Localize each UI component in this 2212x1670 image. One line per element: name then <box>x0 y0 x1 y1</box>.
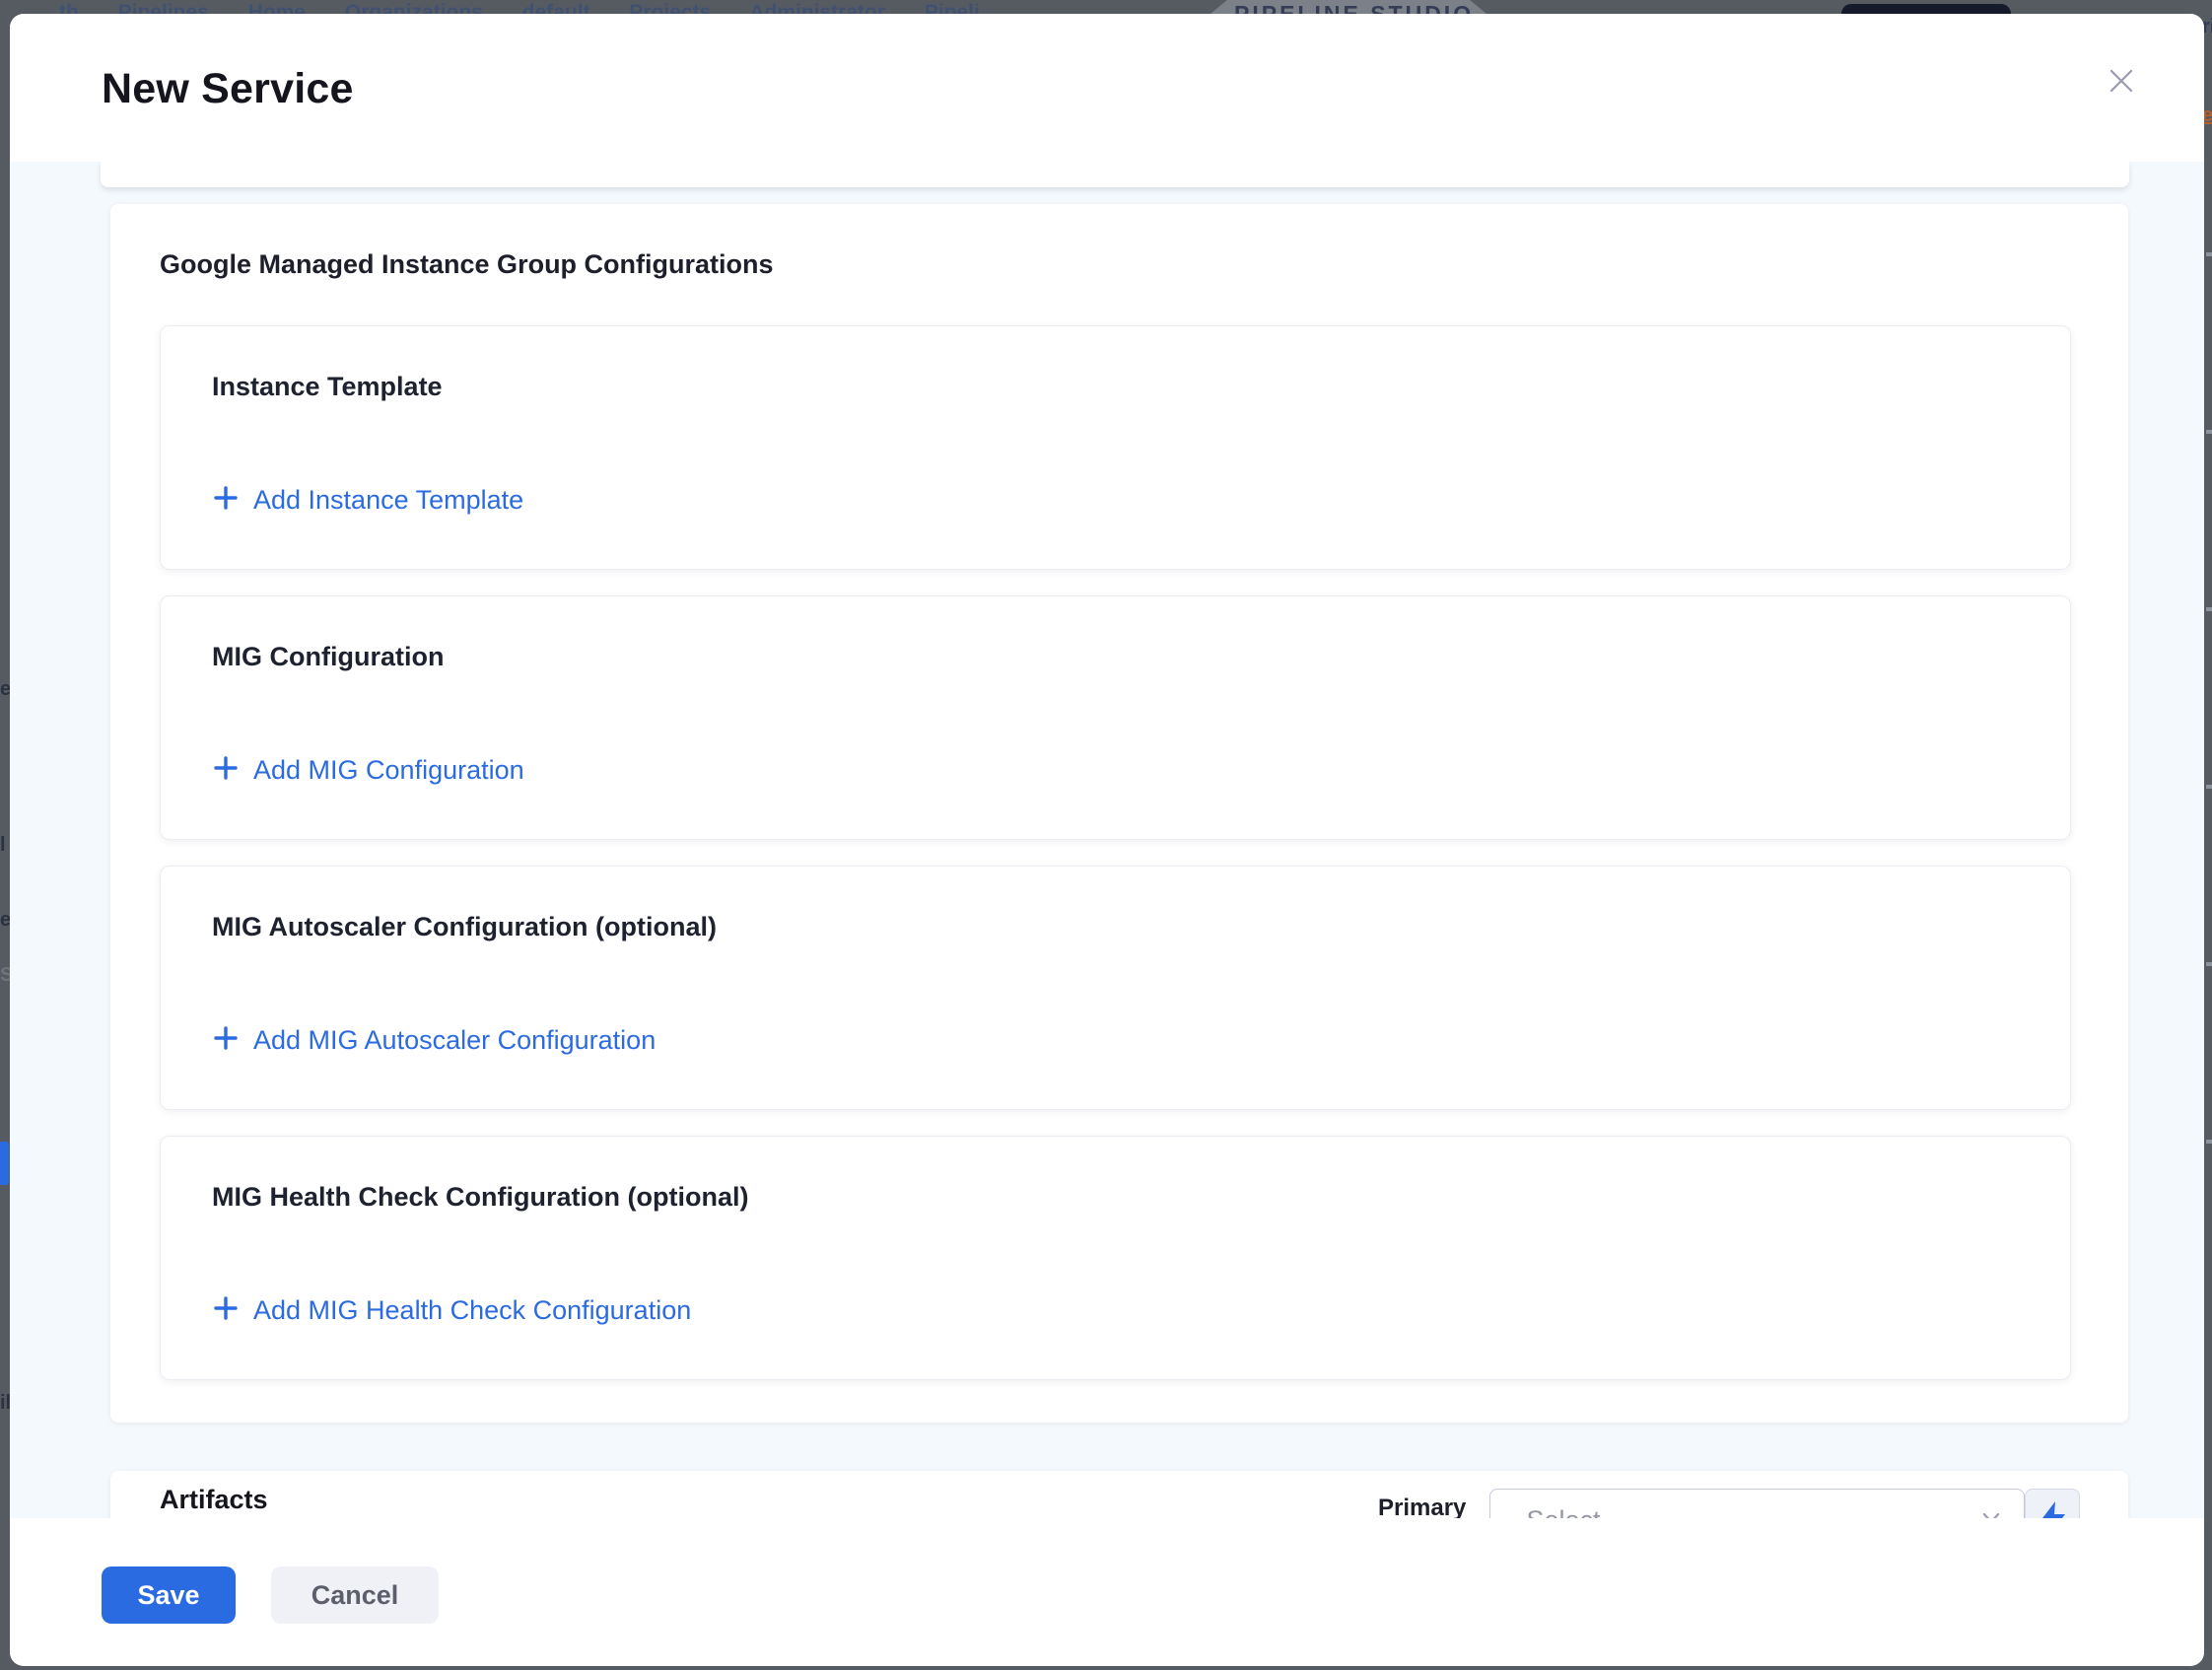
background-right-tick <box>2206 785 2212 789</box>
dialog-header: New Service <box>10 14 2204 162</box>
pipeline-studio-label: PIPELINE STUDIO <box>1234 1 1474 14</box>
dialog-title: New Service <box>102 65 354 113</box>
add-mig-health-check-configuration-button[interactable]: Add MIG Health Check Configuration <box>212 1294 691 1327</box>
plus-icon <box>212 1294 240 1327</box>
add-mig-configuration-button[interactable]: Add MIG Configuration <box>212 754 524 787</box>
card-title: MIG Configuration <box>212 642 2019 672</box>
card-title: MIG Autoscaler Configuration (optional) <box>212 912 2019 942</box>
card-title: Instance Template <box>212 372 2019 402</box>
add-mig-autoscaler-configuration-button[interactable]: Add MIG Autoscaler Configuration <box>212 1024 656 1057</box>
mig-health-check-configuration-card: MIG Health Check Configuration (optional… <box>160 1136 2071 1380</box>
card-title: MIG Health Check Configuration (optional… <box>212 1182 2019 1213</box>
add-link-label: Add MIG Autoscaler Configuration <box>253 1025 656 1056</box>
save-button[interactable]: Save <box>102 1566 236 1624</box>
add-link-label: Add MIG Health Check Configuration <box>253 1295 691 1326</box>
background-right-tick <box>2206 607 2212 611</box>
background-right-tick <box>2206 1140 2212 1144</box>
background-left-fragment: l <box>0 834 10 857</box>
background-left-fragment: il <box>0 1392 10 1415</box>
add-link-label: Add MIG Configuration <box>253 755 524 786</box>
background-breadcrumb-fragment: th Pipelines Home Organizations default … <box>59 1 1143 14</box>
close-icon <box>2106 65 2137 102</box>
background-right-tick <box>2206 252 2212 256</box>
plus-icon <box>212 1024 240 1057</box>
background-left-fragment: S <box>0 964 10 987</box>
background-top-strip: th Pipelines Home Organizations default … <box>0 0 2212 14</box>
plus-icon <box>212 754 240 787</box>
background-right-tick <box>2206 430 2212 434</box>
instance-template-card: Instance Template Add Instance Template <box>160 325 2071 570</box>
background-left-fragment: e <box>0 678 10 701</box>
dialog-footer: Save Cancel <box>10 1518 2204 1666</box>
section-heading: Google Managed Instance Group Configurat… <box>160 249 2079 280</box>
add-link-label: Add Instance Template <box>253 485 523 516</box>
background-left-blue-chip <box>0 1142 9 1185</box>
close-button[interactable] <box>2100 61 2143 104</box>
cancel-button[interactable]: Cancel <box>271 1566 439 1624</box>
add-instance-template-button[interactable]: Add Instance Template <box>212 484 523 517</box>
mig-configurations-section: Google Managed Instance Group Configurat… <box>110 204 2128 1423</box>
background-left-fragment: e <box>0 909 10 932</box>
background-run-pill <box>1841 4 2011 14</box>
background-right-tick <box>2206 962 2212 966</box>
new-service-dialog: New Service Google Managed Instance Grou… <box>10 14 2204 1666</box>
mig-configuration-card: MIG Configuration Add MIG Configuration <box>160 595 2071 840</box>
scrolled-card-bottom-sliver <box>101 162 2129 187</box>
mig-autoscaler-configuration-card: MIG Autoscaler Configuration (optional) … <box>160 866 2071 1110</box>
plus-icon <box>212 484 240 517</box>
